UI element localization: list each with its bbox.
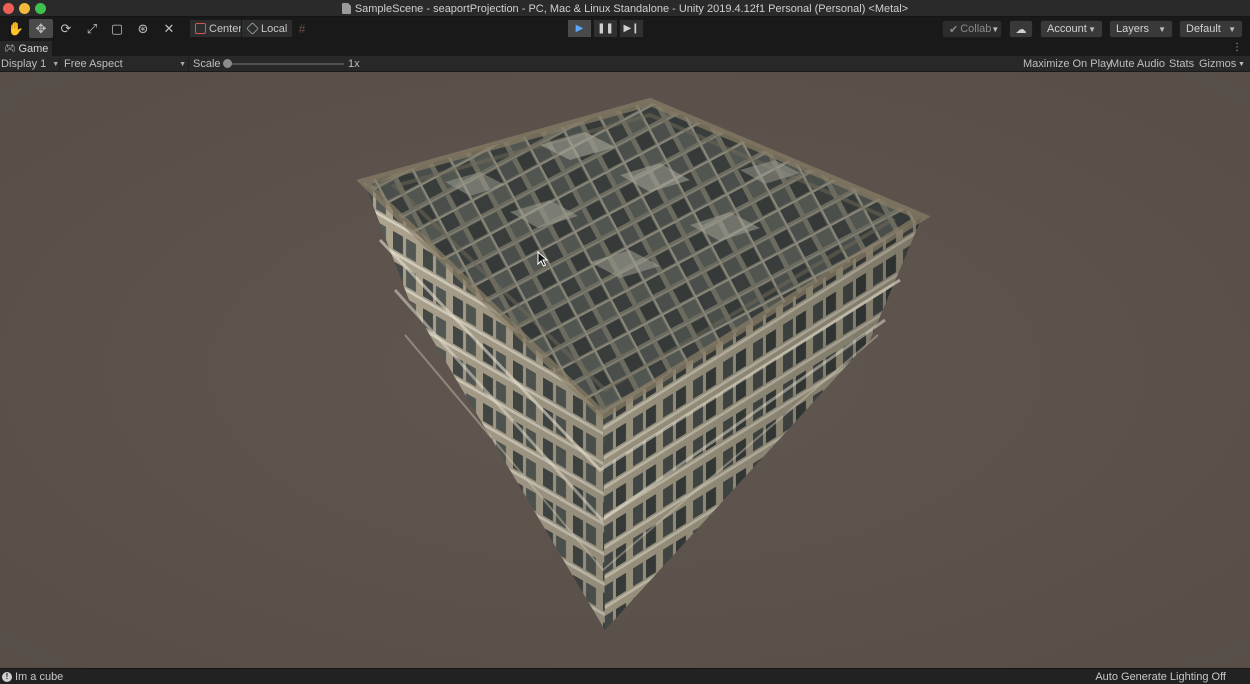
game-view-controls: Display 1 ▼ Free Aspect ▼ Scale 1x Maxim…: [0, 56, 1250, 72]
pause-icon: ❚❚: [597, 23, 614, 34]
custom-tool-button[interactable]: ✕: [157, 19, 181, 38]
collab-check-icon: ✔: [949, 23, 959, 36]
play-icon: ▶: [575, 23, 584, 34]
pivot-rotation-label: Local: [261, 22, 288, 35]
divider: [59, 57, 60, 71]
aspect-label: Free Aspect: [64, 58, 123, 70]
scale-icon: ⤢: [86, 20, 98, 36]
pivot-mode-toggle[interactable]: Center: [189, 19, 249, 38]
layers-dropdown[interactable]: Layers ▼: [1109, 20, 1173, 38]
scale-tool-button[interactable]: ⤢: [80, 19, 104, 38]
status-bar: ! Im a cube Auto Generate Lighting Off: [0, 668, 1250, 684]
mute-audio-toggle[interactable]: Mute Audio: [1106, 56, 1169, 72]
tab-game[interactable]: 🎮︎ Game: [0, 41, 52, 56]
play-button[interactable]: ▶: [567, 19, 592, 38]
transform-icon: ⊛: [137, 20, 149, 36]
scale-label: Scale: [193, 58, 221, 70]
game-view[interactable]: [0, 72, 1250, 668]
hand-icon: ✋: [7, 20, 25, 36]
rotate-tool-button[interactable]: ⟳: [54, 19, 78, 38]
rect-tool-button[interactable]: ▢: [105, 19, 129, 38]
gamepad-icon: 🎮︎: [4, 43, 16, 53]
collab-label: Collab: [960, 23, 992, 35]
info-icon: !: [2, 671, 12, 682]
cube-render: [356, 97, 931, 630]
tab-game-label: Game: [18, 42, 49, 55]
title-bar: SampleScene - seaportProjection - PC, Ma…: [0, 0, 1250, 17]
cloud-icon: ☁: [1015, 23, 1027, 36]
cloud-button[interactable]: ☁: [1009, 20, 1033, 38]
lighting-status[interactable]: Auto Generate Lighting Off: [1095, 669, 1226, 684]
rotate-icon: ⟳: [60, 20, 72, 36]
hand-tool-button[interactable]: ✋: [4, 19, 28, 38]
divider: [188, 57, 189, 71]
layout-dropdown[interactable]: Default ▼: [1179, 20, 1243, 38]
account-dropdown[interactable]: Account ▼: [1040, 20, 1103, 38]
move-icon: ✥: [35, 20, 47, 36]
stats-toggle[interactable]: Stats: [1165, 56, 1198, 72]
mouse-cursor-icon: [537, 251, 549, 267]
custom-tool-icon: ✕: [163, 20, 175, 36]
chevron-down-icon: ▼: [1228, 24, 1236, 34]
pause-button[interactable]: ❚❚: [593, 19, 618, 38]
window-title-text: SampleScene - seaportProjection - PC, Ma…: [354, 2, 909, 15]
scale-slider-handle[interactable]: [223, 59, 232, 68]
main-toolbar: ✋ ✥ ⟳ ⤢ ▢ ⊛ ✕ Center Local # ▶ ❚❚ ▶❙ ✔ C…: [0, 17, 1250, 41]
step-button[interactable]: ▶❙: [619, 19, 644, 38]
move-tool-button[interactable]: ✥: [29, 19, 53, 38]
collab-dropdown[interactable]: ✔ Collab ▼: [942, 20, 1002, 38]
chevron-down-icon: ▼: [1158, 24, 1166, 34]
playmode-controls: ▶ ❚❚ ▶❙: [567, 19, 644, 38]
layers-label: Layers: [1116, 23, 1150, 35]
chevron-down-icon: ▼: [991, 24, 1000, 34]
pivot-center-icon: [195, 23, 206, 34]
console-message[interactable]: Im a cube: [15, 671, 63, 683]
document-icon: [341, 3, 351, 14]
scale-slider-track[interactable]: [226, 63, 344, 65]
tab-bar: 🎮︎ Game ⋮: [0, 41, 1250, 56]
step-icon: ▶❙: [623, 23, 640, 34]
display-dropdown[interactable]: Display 1 ▼: [1, 57, 59, 71]
scale-value: 1x: [348, 58, 360, 70]
transform-tool-button[interactable]: ⊛: [131, 19, 155, 38]
display-label: Display 1: [1, 58, 47, 70]
aspect-dropdown[interactable]: Free Aspect ▼: [64, 57, 186, 71]
pivot-mode-label: Center: [209, 22, 243, 35]
gizmos-dropdown-icon[interactable]: ▼: [1234, 56, 1249, 72]
grid-snap-icon[interactable]: #: [291, 19, 313, 38]
maximize-on-play-toggle[interactable]: Maximize On Play: [1019, 56, 1116, 72]
chevron-down-icon: ▼: [1088, 24, 1096, 34]
account-label: Account: [1047, 23, 1087, 35]
more-options-icon[interactable]: ⋮: [1232, 42, 1242, 53]
rect-icon: ▢: [110, 20, 124, 36]
pivot-local-icon: [246, 22, 259, 35]
layout-label: Default: [1186, 23, 1221, 35]
chevron-down-icon: ▼: [179, 60, 186, 68]
pivot-rotation-toggle[interactable]: Local: [241, 19, 294, 38]
window-title: SampleScene - seaportProjection - PC, Ma…: [0, 0, 1250, 17]
